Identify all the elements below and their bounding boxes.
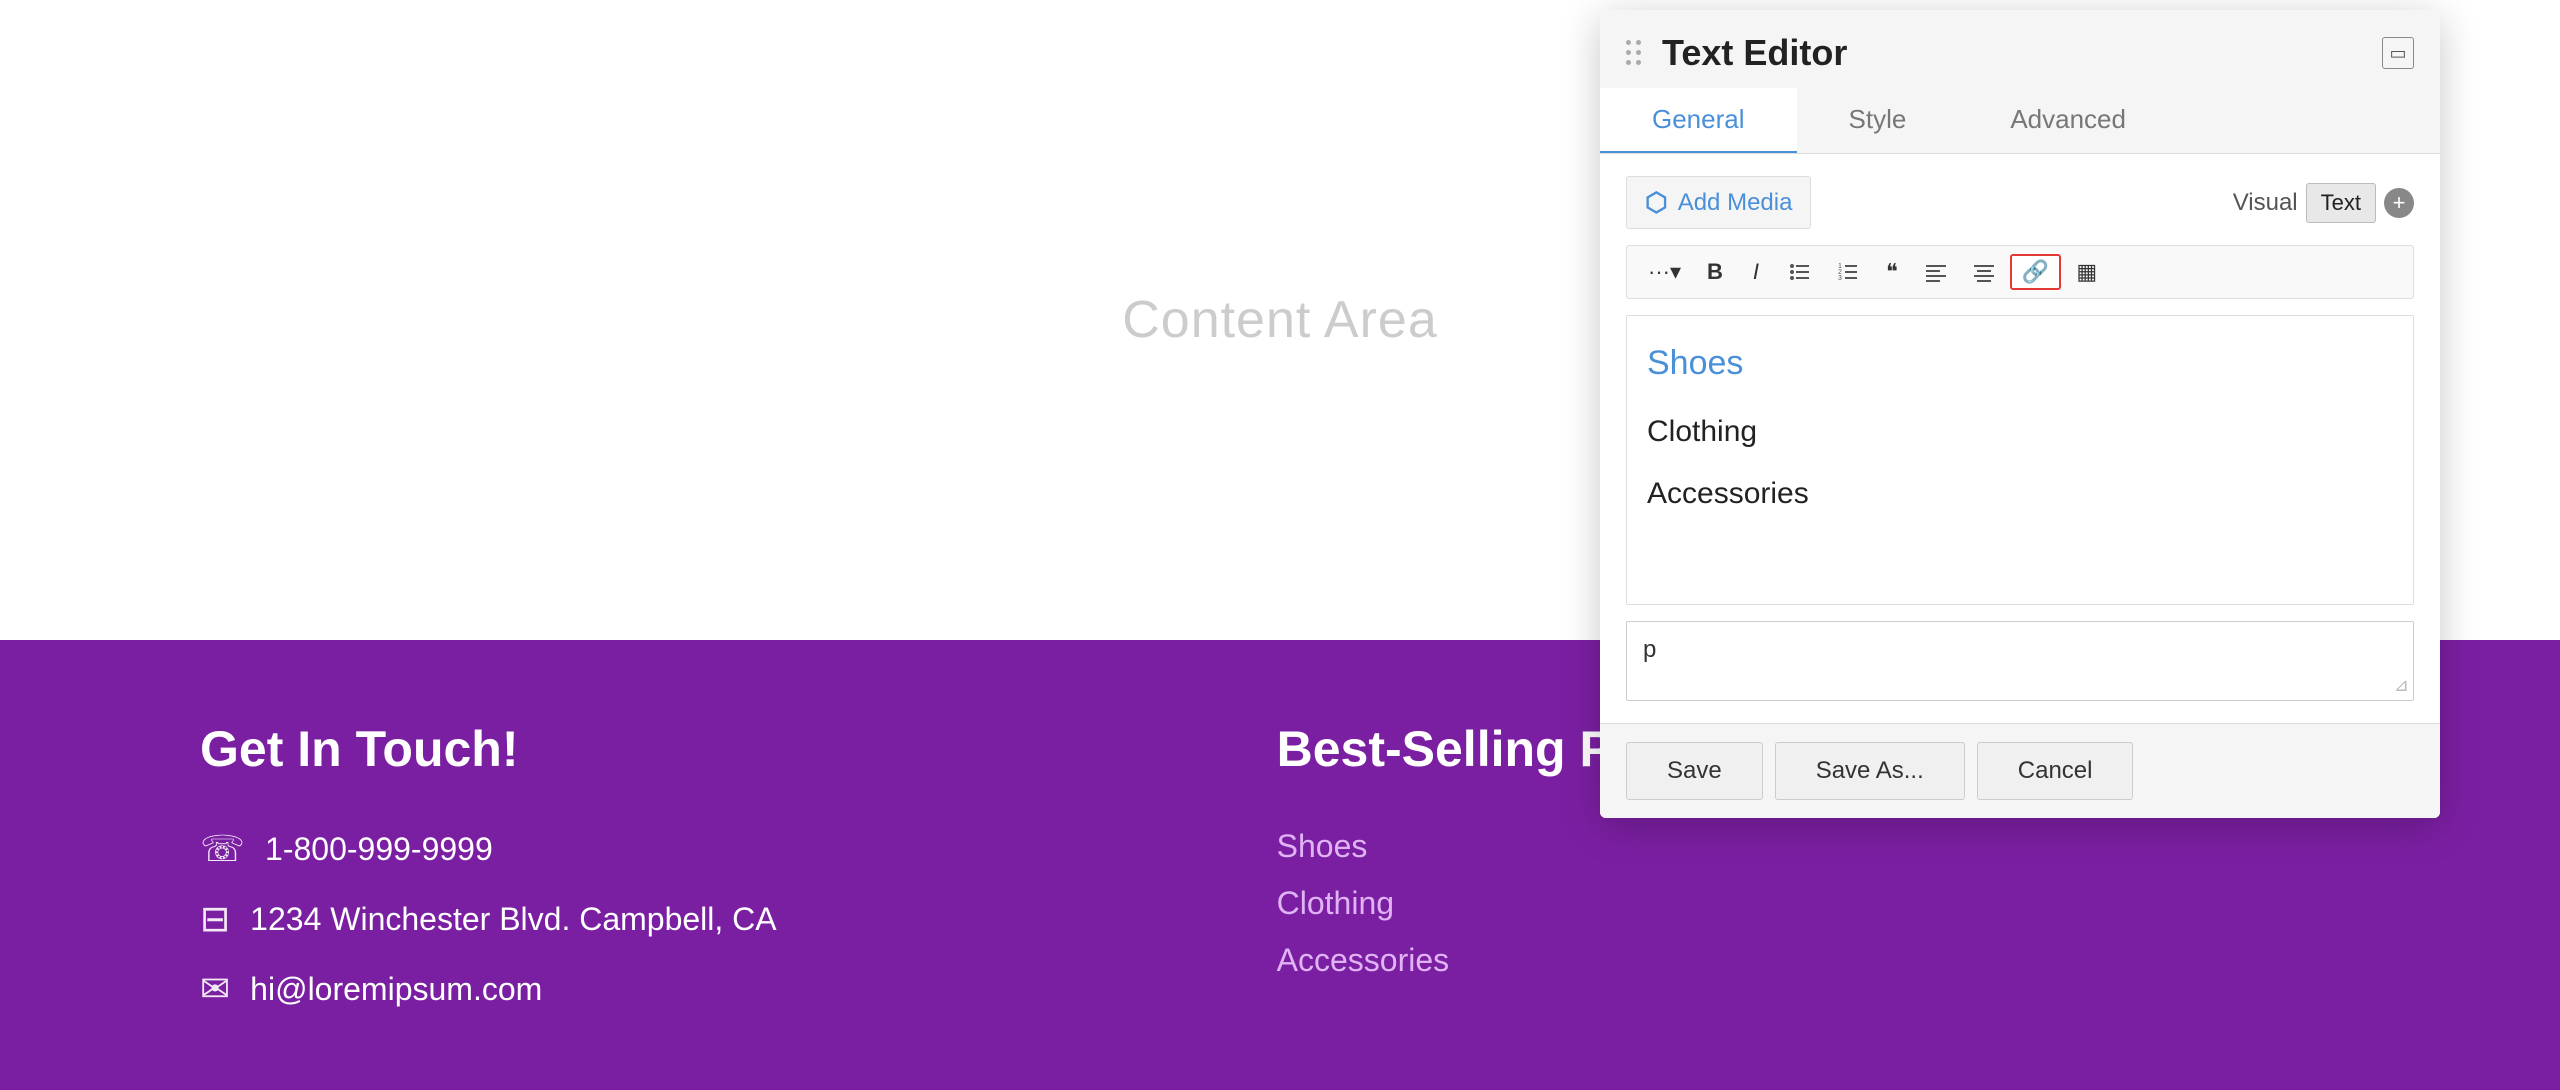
editor-toolbar: ···▾ B I 123 ❝ 🔗 ▦: [1626, 245, 2414, 299]
tab-advanced[interactable]: Advanced: [1958, 88, 2178, 153]
panel-header: Text Editor ▭: [1600, 10, 2440, 74]
editor-textarea-content: p: [1643, 636, 1656, 663]
toolbar-more-options-button[interactable]: ···▾: [1637, 254, 1692, 290]
address-icon: ⊟: [200, 898, 230, 940]
tab-style[interactable]: Style: [1797, 88, 1959, 153]
view-toggle: Visual Text +: [2233, 183, 2414, 223]
list-item: ✉ hi@loremipsum.com: [200, 968, 777, 1010]
list-item: Shoes: [1277, 828, 1797, 865]
add-media-label: Add Media: [1678, 189, 1793, 217]
cancel-button[interactable]: Cancel: [1977, 742, 2134, 800]
list-item: ⊟ 1234 Winchester Blvd. Campbell, CA: [200, 898, 777, 940]
address-text: 1234 Winchester Blvd. Campbell, CA: [250, 901, 776, 938]
list-item: Accessories: [1277, 942, 1797, 979]
toolbar-italic-button[interactable]: I: [1738, 254, 1774, 290]
list-item: Clothing: [1277, 885, 1797, 922]
toolbar-unordered-list-button[interactable]: [1778, 254, 1822, 290]
footer-contact-title: Get In Touch!: [200, 720, 777, 778]
toolbar-blockquote-button[interactable]: ❝: [1874, 254, 1910, 290]
tab-general[interactable]: General: [1600, 88, 1797, 153]
toolbar-ordered-list-button[interactable]: 123: [1826, 254, 1870, 290]
footer-products-list: Shoes Clothing Accessories: [1277, 828, 1797, 979]
content-area-label: Content Area: [1122, 290, 1438, 350]
phone-text: 1-800-999-9999: [265, 831, 493, 868]
footer-contact-section: Get In Touch! ☏ 1-800-999-9999 ⊟ 1234 Wi…: [200, 720, 777, 1010]
editor-textarea-area[interactable]: p ⊿: [1626, 621, 2414, 701]
resize-handle[interactable]: ⊿: [2394, 675, 2409, 696]
drag-handle: [1626, 40, 1642, 66]
email-text: hi@loremipsum.com: [250, 971, 542, 1008]
editor-item-accessories: Accessories: [1647, 470, 2393, 518]
visual-view-label[interactable]: Visual: [2233, 189, 2298, 217]
save-as-button[interactable]: Save As...: [1775, 742, 1965, 800]
add-media-icon: ⬡: [1645, 187, 1668, 218]
panel-title: Text Editor: [1662, 32, 1847, 74]
editor-item-clothing: Clothing: [1647, 408, 2393, 456]
toolbar-align-center-button[interactable]: [1962, 254, 2006, 290]
panel-footer: Save Save As... Cancel: [1600, 723, 2440, 818]
list-item: ☏ 1-800-999-9999: [200, 828, 777, 870]
add-media-row: ⬡ Add Media Visual Text +: [1626, 176, 2414, 229]
panel-header-left: Text Editor: [1626, 32, 1847, 74]
text-editor-panel: Text Editor ▭ General Style Advanced ⬡ A…: [1600, 10, 2440, 818]
phone-icon: ☏: [200, 828, 245, 870]
editor-content[interactable]: Shoes Clothing Accessories: [1626, 315, 2414, 605]
editor-item-shoes: Shoes: [1647, 336, 2393, 390]
toolbar-link-button[interactable]: 🔗: [2010, 254, 2061, 290]
toolbar-bold-button[interactable]: B: [1696, 254, 1734, 290]
panel-body: ⬡ Add Media Visual Text + ···▾ B I 123 ❝: [1600, 154, 2440, 723]
toolbar-table-button[interactable]: ▦: [2065, 254, 2108, 290]
save-button[interactable]: Save: [1626, 742, 1763, 800]
panel-minimize-button[interactable]: ▭: [2382, 37, 2414, 69]
email-icon: ✉: [200, 968, 230, 1010]
footer-contact-list: ☏ 1-800-999-9999 ⊟ 1234 Winchester Blvd.…: [200, 828, 777, 1010]
add-view-button[interactable]: +: [2384, 188, 2414, 218]
svg-text:3: 3: [1838, 275, 1842, 282]
text-view-button[interactable]: Text: [2306, 183, 2376, 223]
add-media-button[interactable]: ⬡ Add Media: [1626, 176, 1811, 229]
toolbar-align-left-button[interactable]: [1914, 254, 1958, 290]
panel-tabs: General Style Advanced: [1600, 88, 2440, 154]
